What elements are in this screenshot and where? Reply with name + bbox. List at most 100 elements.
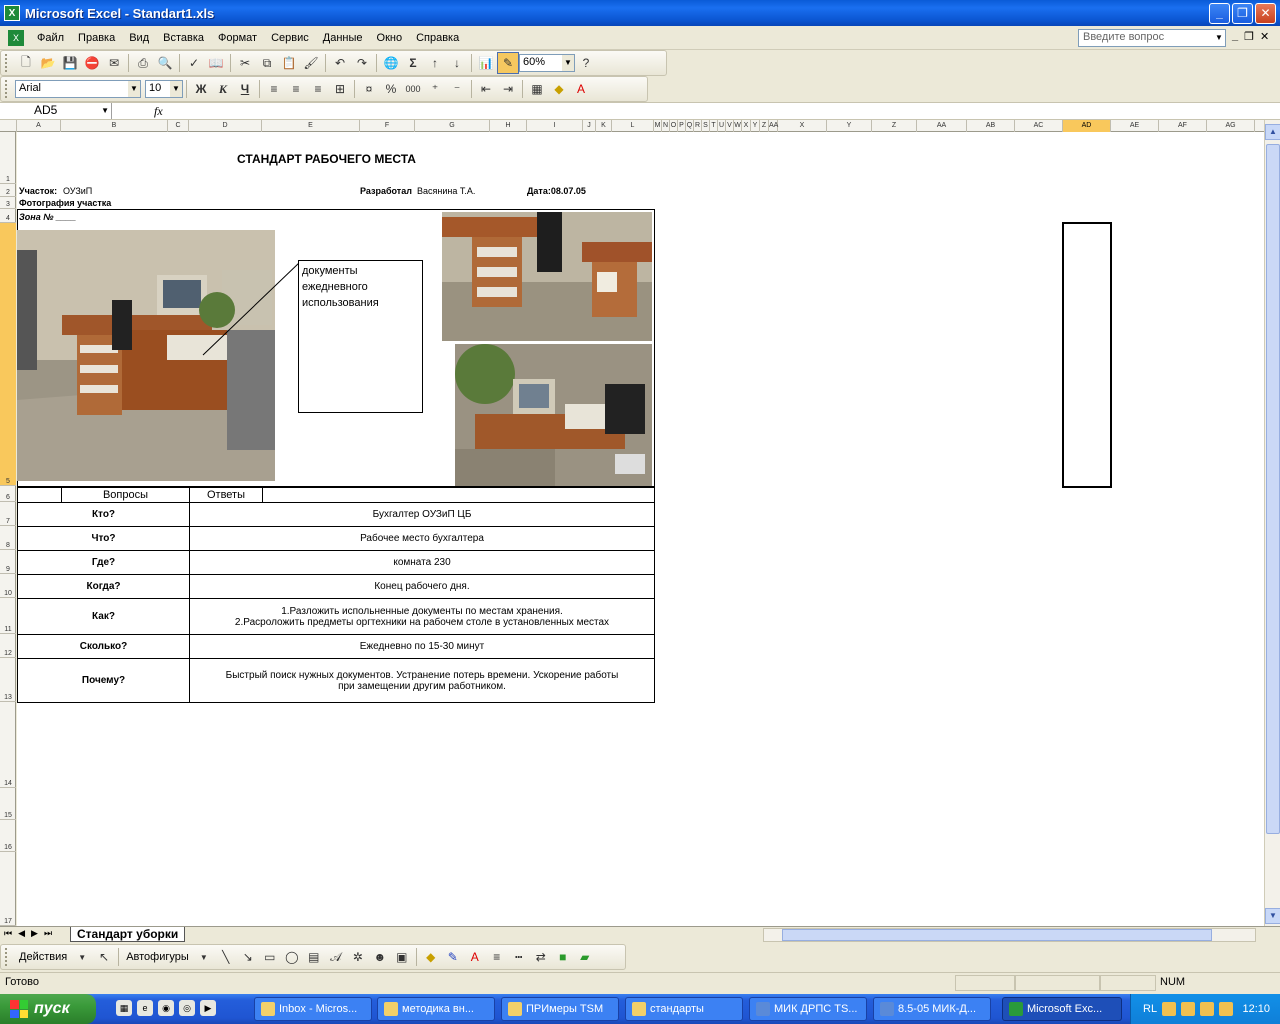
menu-data[interactable]: Данные (316, 30, 370, 46)
column-header[interactable]: U (718, 120, 726, 132)
actions-menu[interactable]: Действия (15, 951, 71, 963)
currency-icon[interactable]: ¤ (358, 78, 380, 100)
workbook-close-button[interactable]: ✕ (1260, 30, 1269, 43)
task-excel-active[interactable]: Microsoft Exc... (1002, 997, 1122, 1021)
column-header[interactable]: D (189, 120, 262, 132)
column-header[interactable]: Y (827, 120, 872, 132)
table-cell[interactable] (17, 486, 62, 503)
row-header[interactable]: 11 (0, 598, 16, 634)
menu-edit[interactable]: Правка (71, 30, 122, 46)
minimize-button[interactable]: _ (1209, 2, 1230, 24)
fill-color-icon[interactable]: ◆ (420, 946, 442, 968)
column-header[interactable]: R (694, 120, 702, 132)
align-right-icon[interactable]: ≡ (307, 78, 329, 100)
decrease-indent-icon[interactable]: ⇤ (475, 78, 497, 100)
menu-window[interactable]: Окно (370, 30, 410, 46)
textbox-icon[interactable]: ▤ (303, 946, 325, 968)
save-icon[interactable]: 💾 (59, 52, 81, 74)
task-folder-primery[interactable]: ПРИмеры TSM (501, 997, 619, 1021)
oval-icon[interactable]: ◯ (281, 946, 303, 968)
decrease-decimal-icon[interactable]: ⁻ (446, 78, 468, 100)
shadow-icon[interactable]: ■ (552, 946, 574, 968)
column-header[interactable]: V (726, 120, 734, 132)
help-question-input[interactable]: Введите вопрос ▼ (1078, 29, 1226, 47)
callout-box[interactable]: документы ежедневного использования (298, 260, 423, 413)
workplace-photo-bottom-right[interactable] (455, 344, 652, 486)
column-header[interactable]: K (596, 120, 612, 132)
chevron-down-icon[interactable]: ▼ (71, 946, 93, 968)
mail-icon[interactable] (1181, 1002, 1196, 1016)
toolbar-grip[interactable] (5, 948, 11, 966)
answer-cell[interactable]: Быстрый поиск нужных документов. Устране… (189, 658, 655, 703)
question-cell[interactable]: Что? (17, 526, 190, 551)
question-cell[interactable]: Почему? (17, 658, 190, 703)
toolbar-grip[interactable] (5, 80, 11, 98)
app-icon[interactable]: ◉ (158, 1000, 174, 1016)
line-color-icon[interactable]: ✎ (442, 946, 464, 968)
scroll-up-button[interactable]: ▲ (1265, 124, 1280, 140)
row-header[interactable]: 4 (0, 209, 16, 223)
worksheet[interactable]: СТАНДАРТ РАБОЧЕГО МЕСТА Участок: ОУЗиП Р… (17, 132, 1264, 926)
column-header[interactable]: Z (872, 120, 917, 132)
column-header[interactable]: AF (1159, 120, 1207, 132)
autosum-icon[interactable]: Σ (402, 52, 424, 74)
maximize-button[interactable]: ❐ (1232, 2, 1253, 24)
cut-icon[interactable]: ✂ (234, 52, 256, 74)
select-objects-icon[interactable]: ↖ (93, 946, 115, 968)
column-header[interactable]: M (654, 120, 662, 132)
name-box[interactable]: AD5 ▼ (2, 103, 112, 119)
help-icon[interactable]: ? (575, 52, 597, 74)
task-folder-metodika[interactable]: методика вн... (377, 997, 495, 1021)
horizontal-scroll-thumb[interactable] (782, 929, 1212, 941)
open-icon[interactable]: 📂 (37, 52, 59, 74)
email-icon[interactable]: ✉ (103, 52, 125, 74)
column-header[interactable]: L (612, 120, 654, 132)
redo-icon[interactable]: ↷ (351, 52, 373, 74)
row-header[interactable]: 2 (0, 184, 16, 197)
align-center-icon[interactable]: ≡ (285, 78, 307, 100)
column-header[interactable]: Y (751, 120, 760, 132)
column-header[interactable]: AC (1015, 120, 1063, 132)
chevron-down-icon[interactable]: ▼ (193, 946, 215, 968)
row-header[interactable]: 10 (0, 574, 16, 598)
insert-function-icon[interactable]: fx (154, 104, 163, 119)
clipart-icon[interactable]: ☻ (369, 946, 391, 968)
media-icon[interactable]: ▶ (200, 1000, 216, 1016)
column-header[interactable]: X (742, 120, 751, 132)
thousands-button[interactable]: 000 (402, 78, 424, 100)
column-header[interactable]: B (61, 120, 168, 132)
new-icon[interactable]: 🗋 (15, 52, 37, 74)
row-header[interactable]: 7 (0, 502, 16, 526)
answers-header[interactable]: Ответы (189, 486, 263, 503)
tray-expand-icon[interactable] (1162, 1002, 1177, 1016)
column-header[interactable]: N (662, 120, 670, 132)
undo-icon[interactable]: ↶ (329, 52, 351, 74)
row-header[interactable]: 12 (0, 634, 16, 658)
align-left-icon[interactable]: ≡ (263, 78, 285, 100)
answer-cell[interactable]: 1.Разложить испольненные документы по ме… (189, 598, 655, 635)
wordart-icon[interactable]: 𝒜 (325, 946, 347, 968)
chevron-down-icon[interactable]: ▼ (562, 55, 574, 71)
percent-button[interactable]: % (380, 78, 402, 100)
workbook-minimize-button[interactable]: _ (1232, 30, 1238, 43)
fill-color-icon[interactable]: ◆ (548, 78, 570, 100)
desktop-icon[interactable]: ▦ (116, 1000, 132, 1016)
diagram-icon[interactable]: ✲ (347, 946, 369, 968)
question-cell[interactable]: Сколько? (17, 634, 190, 659)
menu-tools[interactable]: Сервис (264, 30, 316, 46)
menu-insert[interactable]: Вставка (156, 30, 211, 46)
row-header[interactable]: 15 (0, 788, 16, 820)
select-all-corner[interactable] (0, 120, 17, 132)
start-button[interactable]: пуск (0, 994, 96, 1024)
menu-file[interactable]: Файл (30, 30, 71, 46)
tab-navigation-icons[interactable]: ⏮◀▶⏭ (4, 928, 58, 939)
arrow-icon[interactable]: ↘ (237, 946, 259, 968)
workbook-icon[interactable]: X (8, 29, 24, 46)
network-icon[interactable] (1219, 1002, 1234, 1016)
line-icon[interactable]: ╲ (215, 946, 237, 968)
task-inbox[interactable]: Inbox - Micros... (254, 997, 372, 1021)
font-color-icon[interactable]: A (464, 946, 486, 968)
menu-format[interactable]: Формат (211, 30, 264, 46)
bold-button[interactable]: Ж (190, 78, 212, 100)
row-header[interactable]: 6 (0, 486, 16, 502)
